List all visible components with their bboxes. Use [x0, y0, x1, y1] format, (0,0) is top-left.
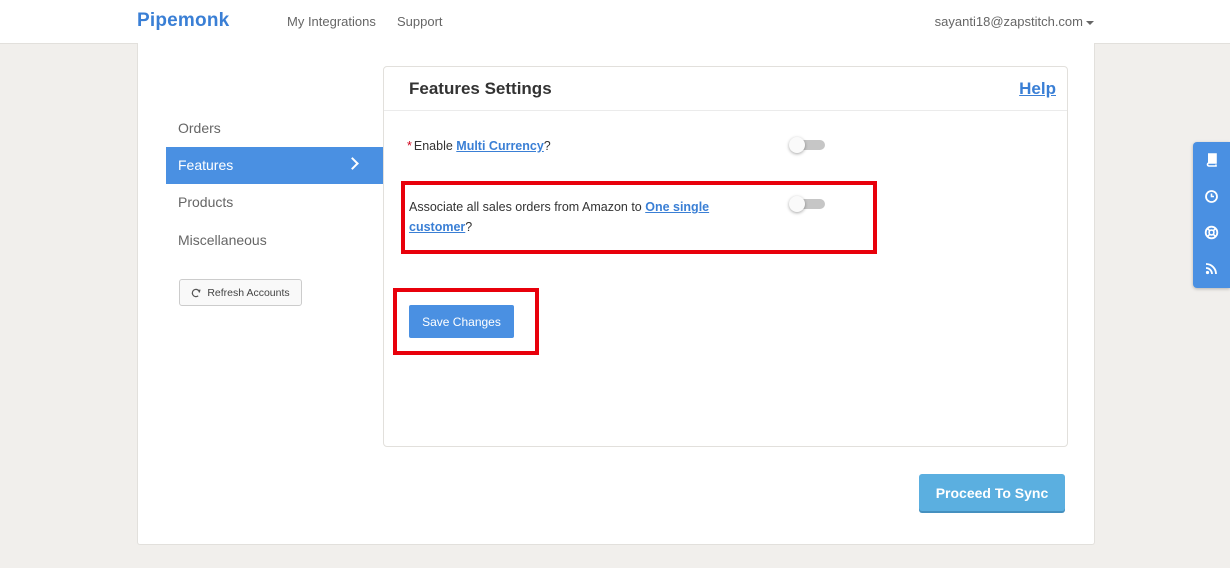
rss-icon[interactable] [1204, 261, 1219, 276]
required-asterisk: * [407, 139, 412, 153]
brand-logo[interactable]: Pipemonk [137, 10, 229, 32]
panel-header: Features Settings Help [384, 67, 1067, 111]
nav-support[interactable]: Support [397, 14, 443, 29]
setting-prefix: Enable [413, 139, 457, 153]
user-menu[interactable]: sayanti18@zapstitch.com [935, 14, 1094, 29]
refresh-icon [192, 288, 201, 297]
sidebar-item-products[interactable]: Products [166, 184, 385, 221]
toggle-knob [789, 196, 805, 212]
setting-suffix: ? [543, 139, 551, 153]
lifebuoy-icon[interactable] [1204, 225, 1219, 240]
caret-down-icon [1086, 20, 1094, 25]
top-navbar: Pipemonk My Integrations Support sayanti… [0, 0, 1230, 44]
features-settings-panel: Features Settings Help * Enable Multi Cur… [383, 66, 1068, 447]
book-icon[interactable] [1204, 152, 1219, 167]
multi-currency-toggle[interactable] [789, 137, 825, 153]
user-email: sayanti18@zapstitch.com [934, 14, 1083, 29]
proceed-to-sync-button[interactable]: Proceed To Sync [919, 474, 1065, 511]
sidebar-item-orders[interactable]: Orders [166, 110, 385, 147]
main-container: Orders Features Products Miscellaneous R… [137, 43, 1095, 545]
clock-icon[interactable] [1204, 189, 1219, 204]
floating-side-toolbar [1193, 142, 1230, 288]
save-changes-button[interactable]: Save Changes [409, 305, 514, 338]
nav-my-integrations[interactable]: My Integrations [287, 14, 376, 29]
multi-currency-link[interactable]: Multi Currency [456, 139, 544, 153]
sidebar-item-label: Features [178, 157, 234, 173]
panel-title: Features Settings [409, 79, 552, 98]
single-customer-toggle[interactable] [789, 196, 825, 212]
multi-currency-setting-label: * Enable Multi Currency? [407, 136, 551, 156]
single-customer-setting-label: Associate all sales orders from Amazon t… [409, 197, 729, 237]
sidebar-item-features[interactable]: Features [166, 147, 385, 184]
refresh-accounts-button[interactable]: Refresh Accounts [179, 279, 302, 306]
refresh-accounts-label: Refresh Accounts [207, 286, 290, 299]
chevron-right-icon [346, 157, 359, 170]
sidebar-item-miscellaneous[interactable]: Miscellaneous [166, 222, 385, 259]
toggle-knob [789, 137, 805, 153]
help-link[interactable]: Help [1019, 79, 1056, 99]
setting-suffix: ? [465, 220, 473, 234]
setting-prefix: Associate all sales orders from Amazon t… [409, 200, 646, 214]
